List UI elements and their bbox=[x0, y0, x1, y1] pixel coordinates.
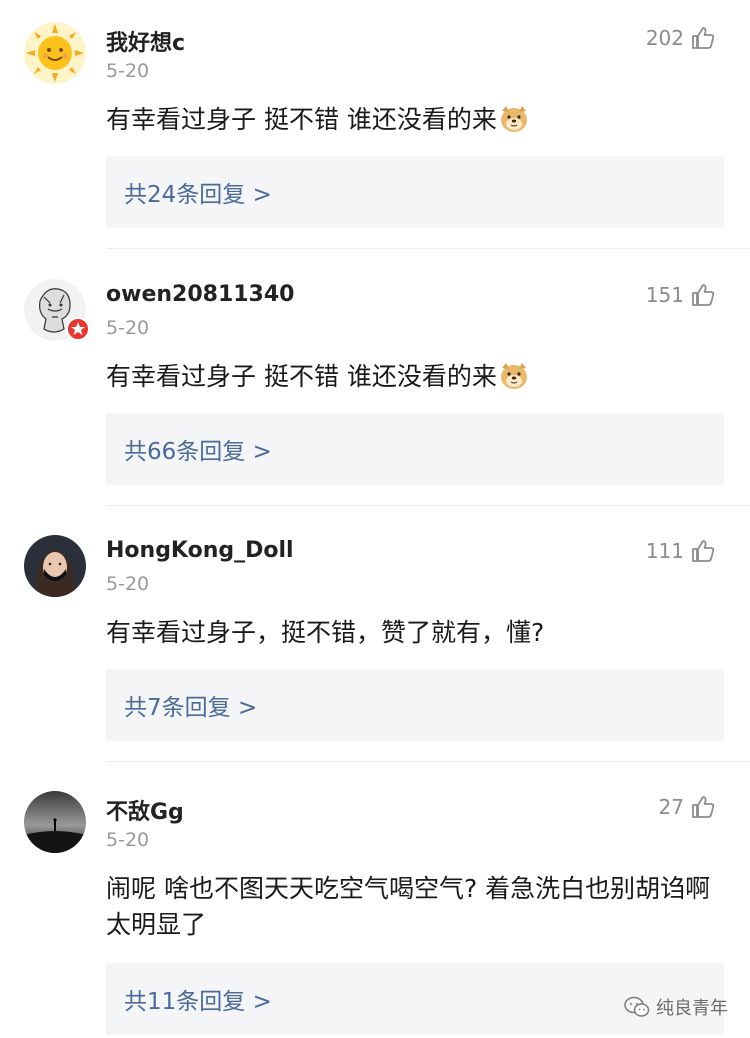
comment-date: 5-20 bbox=[106, 317, 150, 339]
avatar[interactable] bbox=[24, 22, 86, 84]
username[interactable]: 我好想c bbox=[106, 25, 185, 57]
reply-box: 共7条回复 > bbox=[106, 669, 724, 741]
comment-date: 5-20 bbox=[106, 829, 150, 851]
divider bbox=[106, 761, 750, 762]
thumbs-up-icon bbox=[692, 540, 715, 562]
view-replies-link[interactable]: 共66条回复 > bbox=[124, 432, 272, 466]
landscape-avatar-icon bbox=[24, 791, 86, 853]
comment-text-content: 有幸看过身子 挺不错 谁还没看的来 bbox=[106, 362, 497, 391]
reply-box: 共66条回复 > bbox=[106, 413, 724, 485]
comment-text-content: 闹呢 啥也不图天天吃空气喝空气? 着急洗白也别胡诌啊 太明显了 bbox=[106, 874, 711, 939]
avatar[interactable] bbox=[24, 535, 86, 597]
wechat-icon bbox=[624, 996, 650, 1017]
username[interactable]: 不敌Gg bbox=[106, 794, 184, 826]
comment-text: 有幸看过身子，挺不错，赞了就有，懂? bbox=[106, 615, 736, 651]
like-count: 111 bbox=[645, 539, 684, 563]
thumbs-up-icon bbox=[692, 27, 715, 49]
watermark: 纯良青年 bbox=[624, 994, 728, 1020]
verified-badge bbox=[66, 317, 90, 341]
doge-emoji-icon bbox=[500, 106, 527, 132]
reply-box: 共24条回复 > bbox=[106, 156, 724, 228]
sun-avatar-icon bbox=[24, 22, 86, 84]
username[interactable]: owen20811340 bbox=[106, 282, 294, 307]
like-count: 27 bbox=[658, 795, 684, 819]
comment-date: 5-20 bbox=[106, 573, 150, 595]
view-replies-link[interactable]: 共7条回复 > bbox=[124, 688, 257, 722]
comment-text-content: 有幸看过身子，挺不错，赞了就有，懂? bbox=[106, 618, 545, 647]
comment-feed: 我好想c 5-20 202 有幸看过身子 挺不错 谁还没看的来 共24条回复 > bbox=[0, 0, 750, 1038]
comment-item: owen20811340 5-20 151 有幸看过身子 挺不错 谁还没看的来 … bbox=[0, 279, 750, 509]
like-button[interactable]: 151 bbox=[646, 282, 716, 308]
comment-text: 有幸看过身子 挺不错 谁还没看的来 bbox=[106, 102, 736, 138]
thumbs-up-icon bbox=[692, 796, 715, 818]
thumbs-up-icon bbox=[692, 284, 715, 306]
comment-item: 我好想c 5-20 202 有幸看过身子 挺不错 谁还没看的来 共24条回复 > bbox=[0, 22, 750, 252]
portrait-avatar-icon bbox=[24, 535, 86, 597]
username[interactable]: HongKong_Doll bbox=[106, 538, 294, 563]
like-count: 151 bbox=[645, 283, 684, 307]
comment-text: 有幸看过身子 挺不错 谁还没看的来 bbox=[106, 359, 736, 395]
view-replies-link[interactable]: 共24条回复 > bbox=[124, 175, 272, 209]
like-button[interactable]: 202 bbox=[646, 25, 716, 51]
doge-emoji-icon bbox=[500, 363, 527, 389]
comment-item: HongKong_Doll 5-20 111 有幸看过身子，挺不错，赞了就有，懂… bbox=[0, 535, 750, 765]
star-icon bbox=[71, 322, 85, 335]
view-replies-link[interactable]: 共11条回复 > bbox=[124, 982, 272, 1016]
like-button[interactable]: 111 bbox=[646, 538, 716, 564]
like-button[interactable]: 27 bbox=[659, 794, 716, 820]
divider bbox=[106, 248, 750, 249]
watermark-text: 纯良青年 bbox=[656, 998, 728, 1019]
comment-date: 5-20 bbox=[106, 60, 150, 82]
like-count: 202 bbox=[645, 26, 684, 50]
comment-text: 闹呢 啥也不图天天吃空气喝空气? 着急洗白也别胡诌啊 太明显了 bbox=[106, 871, 736, 943]
avatar[interactable] bbox=[24, 791, 86, 853]
comment-text-content: 有幸看过身子 挺不错 谁还没看的来 bbox=[106, 105, 497, 134]
divider bbox=[106, 505, 750, 506]
